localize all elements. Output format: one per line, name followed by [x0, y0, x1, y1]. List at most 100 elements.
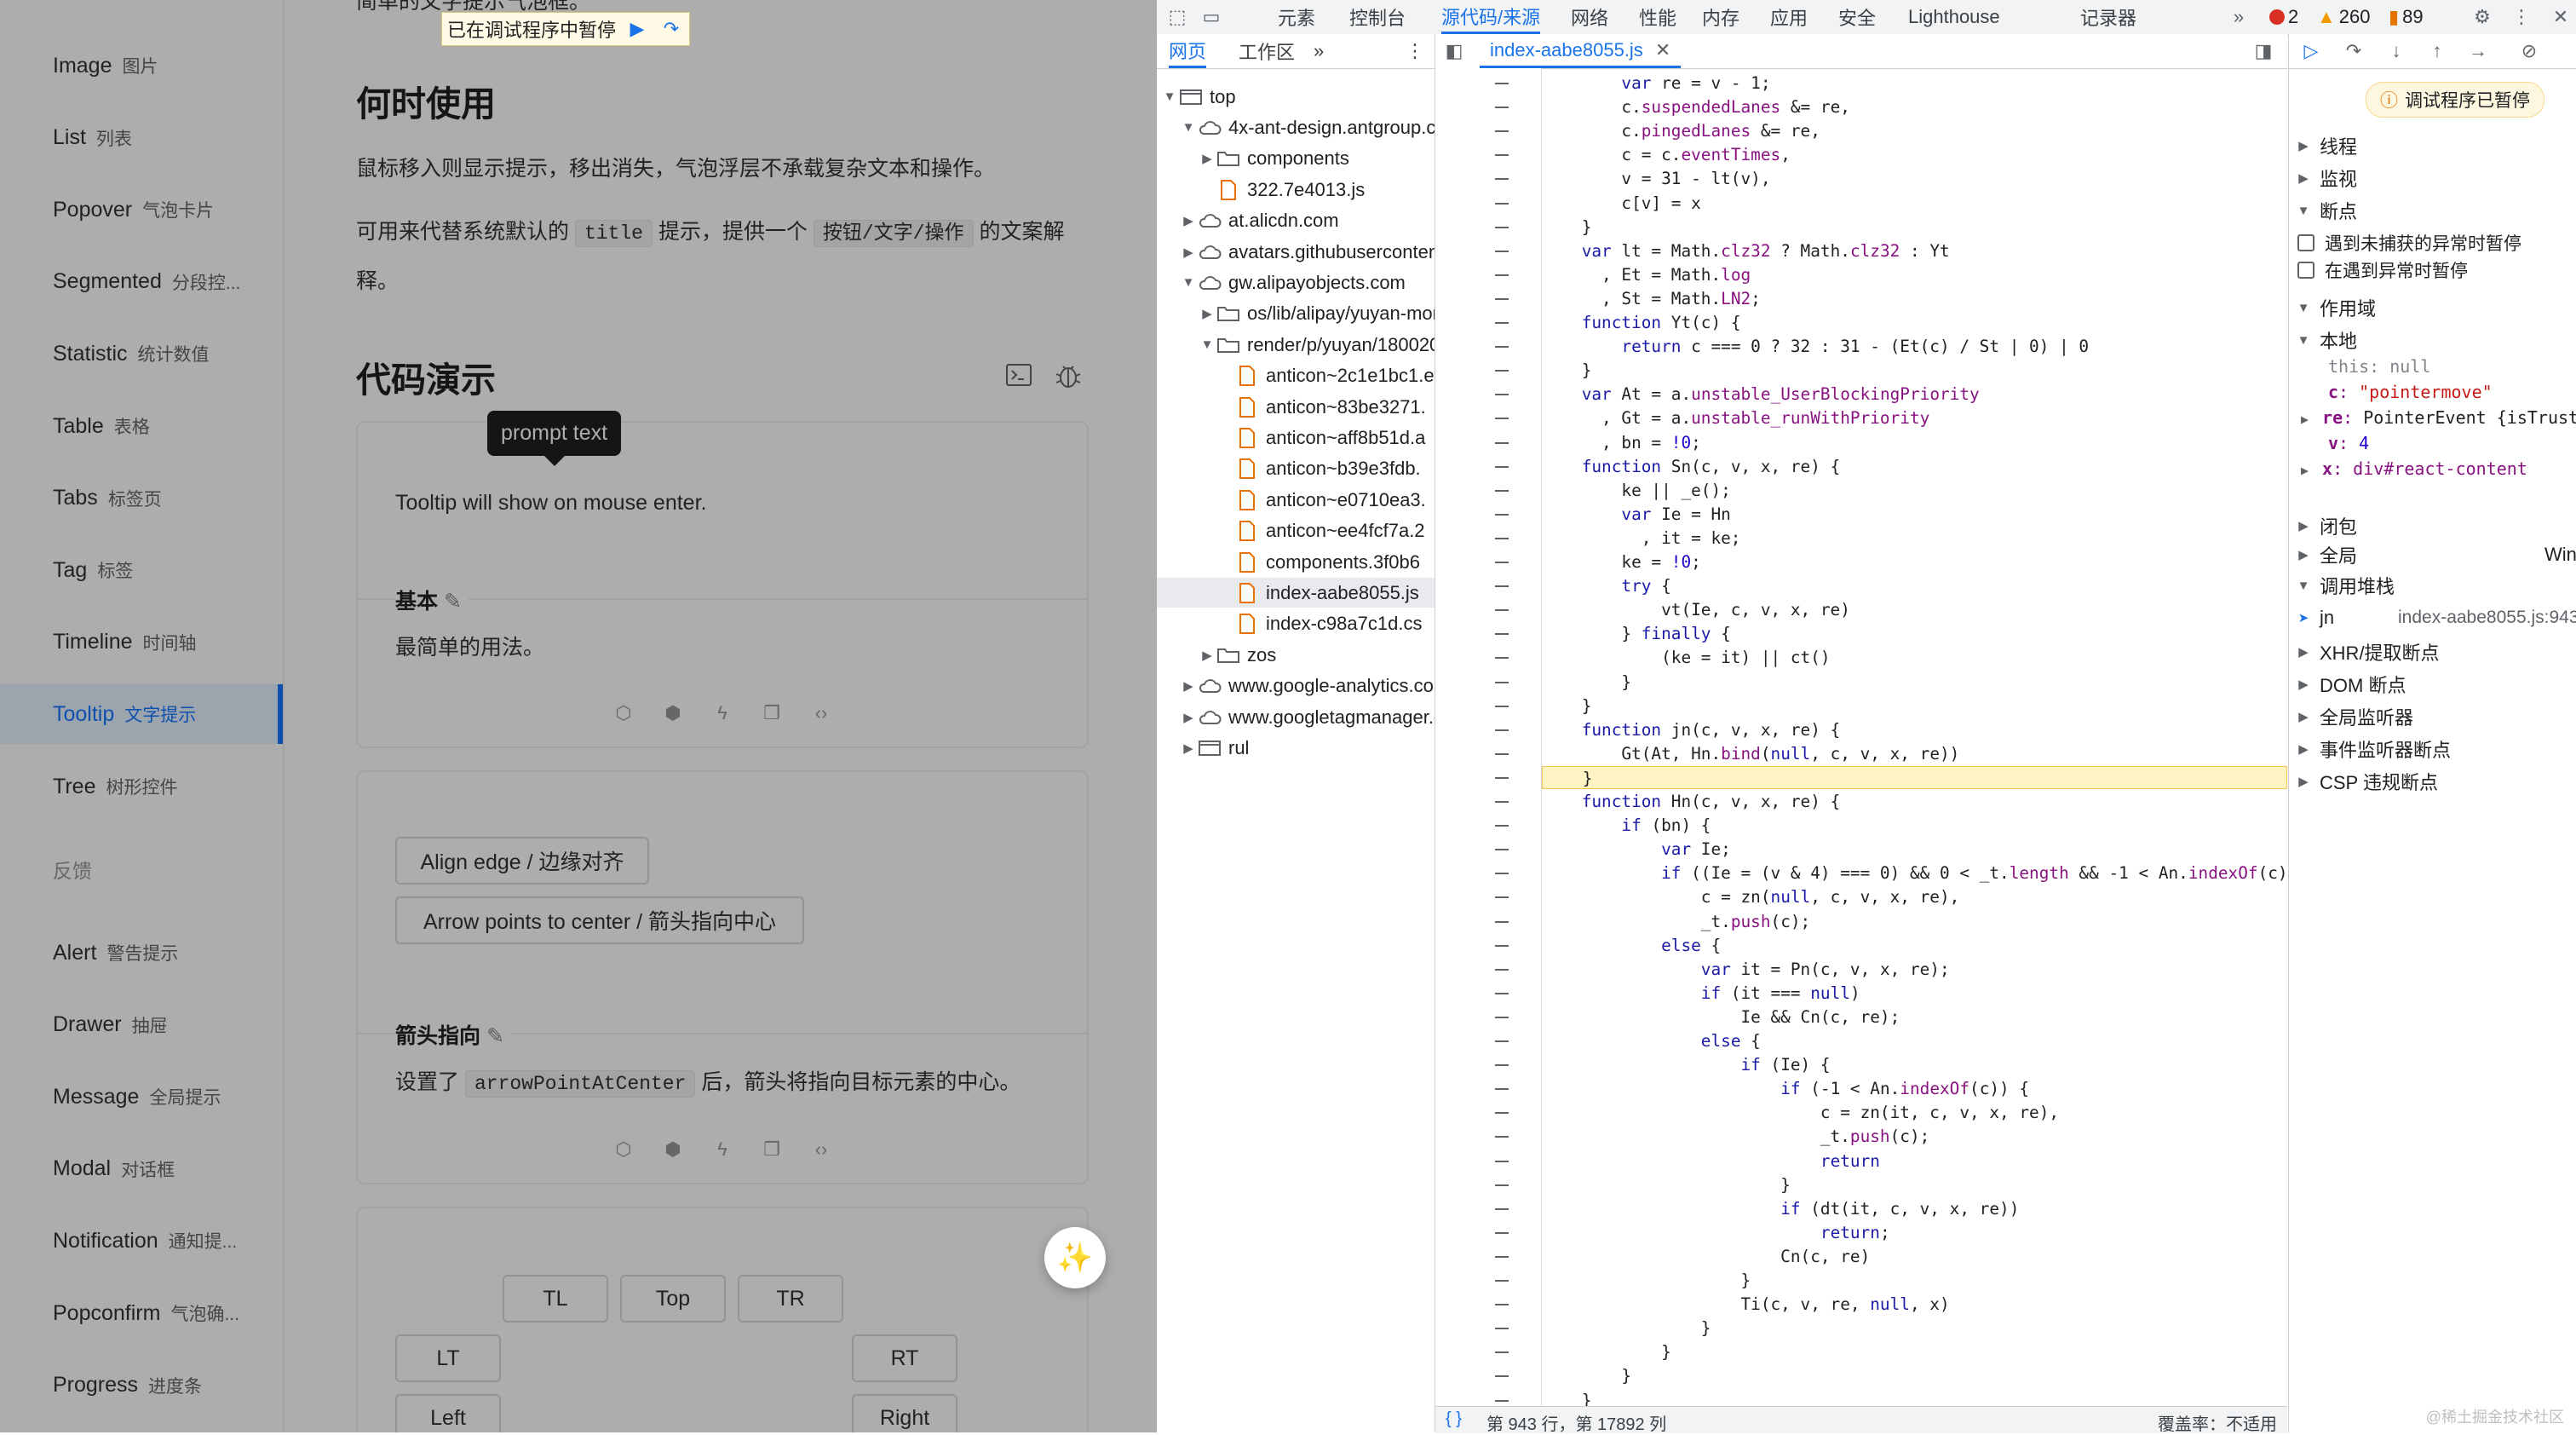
- code-line[interactable]: c.pingedLanes &= re,: [1542, 119, 2287, 142]
- code-line[interactable]: var Ie = Hn: [1542, 503, 2287, 526]
- placement-tr-button[interactable]: TR: [738, 1275, 843, 1323]
- gutter-marker[interactable]: [1495, 968, 1509, 971]
- gutter-marker[interactable]: [1495, 202, 1509, 205]
- local-scope[interactable]: ▼ 本地: [2289, 324, 2576, 356]
- pretty-print-icon[interactable]: { }: [1446, 1409, 1462, 1429]
- placement-tl-button[interactable]: TL: [503, 1275, 608, 1323]
- code-line[interactable]: }: [1542, 1340, 2287, 1363]
- tree-item[interactable]: ▼render/p/yuyan/180020010001206410: [1157, 330, 1435, 360]
- gutter-marker[interactable]: [1495, 83, 1509, 84]
- placement-rt-button[interactable]: RT: [852, 1334, 957, 1382]
- code-line[interactable]: } finally {: [1542, 622, 2287, 645]
- tree-item[interactable]: ▶ rul: [1157, 733, 1435, 763]
- sidebar-item-popover[interactable]: Popover 气泡卡片: [0, 180, 283, 239]
- tree-item[interactable]: anticon~e0710ea3.: [1157, 485, 1435, 515]
- code-line[interactable]: Gt(At, Hn.bind(null, c, v, x, re)): [1542, 742, 2287, 765]
- copy-icon[interactable]: ❐: [759, 1137, 785, 1162]
- gutter-marker[interactable]: [1495, 849, 1509, 851]
- disclosure-triangle-icon[interactable]: ▶: [1181, 245, 1196, 260]
- code-line[interactable]: else {: [1542, 1029, 2287, 1052]
- code-lines[interactable]: var re = v - 1; c.suspendedLanes &= re, …: [1542, 68, 2287, 1406]
- placement-top-button[interactable]: Top: [620, 1275, 726, 1323]
- gutter-marker[interactable]: [1495, 801, 1509, 803]
- code-line[interactable]: Ti(c, v, re, null, x): [1542, 1293, 2287, 1316]
- tree-item[interactable]: ▶ www.google-analytics.com: [1157, 671, 1435, 701]
- call-frame-jn[interactable]: ➤ jn index-aabe8055.js:943: [2289, 602, 2576, 634]
- codesandbox-icon[interactable]: ⬡: [611, 700, 636, 726]
- file-tab[interactable]: index-aabe8055.js ✕: [1480, 34, 1682, 68]
- error-count-badge[interactable]: 2: [2269, 5, 2298, 29]
- gutter-marker[interactable]: [1495, 537, 1509, 539]
- scope-variable[interactable]: this: null: [2289, 356, 2576, 380]
- resume-icon[interactable]: ▶︎: [624, 16, 650, 42]
- code-line[interactable]: if (it === null): [1542, 982, 2287, 1005]
- code-line[interactable]: return: [1542, 1150, 2287, 1173]
- step-icon[interactable]: →: [2464, 37, 2492, 65]
- sidebar-item-message[interactable]: Message 全局提示: [0, 1067, 283, 1127]
- devtools-tab-8[interactable]: Lighthouse: [1908, 0, 2000, 34]
- code-line[interactable]: c = zn(it, c, v, x, re),: [1542, 1101, 2287, 1124]
- expand-code-icon[interactable]: ‹›: [808, 700, 834, 726]
- code-line[interactable]: try {: [1542, 574, 2287, 597]
- align-edge-button[interactable]: Align edge / 边缘对齐: [395, 837, 649, 885]
- scope-variable[interactable]: ▶ x: div#react-content: [2289, 458, 2576, 482]
- devtools-tab-7[interactable]: 安全: [1838, 0, 1876, 34]
- code-line[interactable]: function Yt(c) {: [1542, 311, 2287, 334]
- disclosure-triangle-icon[interactable]: ▼: [1181, 120, 1196, 135]
- more-tabs-icon[interactable]: »: [2225, 3, 2252, 31]
- code-line[interactable]: if (-1 < An.indexOf(c)) {: [1542, 1077, 2287, 1100]
- devtools-tab-2[interactable]: 源代码/来源: [1441, 0, 1541, 34]
- gutter-marker[interactable]: [1495, 1280, 1509, 1282]
- scope-variable[interactable]: ▶re: PointerEvent {isTrusted: true: [2289, 407, 2576, 431]
- tree-item[interactable]: ▶ at.alicdn.com: [1157, 206, 1435, 236]
- code-line[interactable]: }: [1542, 765, 2287, 789]
- call-stack-section[interactable]: ▼ 调用堆栈: [2289, 569, 2576, 602]
- step-over-icon[interactable]: ↷: [2340, 37, 2367, 65]
- gutter-marker[interactable]: [1495, 657, 1509, 660]
- code-line[interactable]: _t.push(c);: [1542, 1125, 2287, 1148]
- code-line[interactable]: }: [1542, 1389, 2287, 1407]
- placement-lt-button[interactable]: LT: [395, 1334, 501, 1382]
- codesandbox-icon[interactable]: ⬡: [611, 1137, 636, 1162]
- gutter-marker[interactable]: [1495, 1255, 1509, 1258]
- gutter-marker[interactable]: [1495, 1375, 1509, 1378]
- sidebar-item-list[interactable]: List 列表: [0, 108, 283, 168]
- tree-item[interactable]: ▶avatars.githubusercontent.com: [1157, 237, 1435, 267]
- code-line[interactable]: ke || _e();: [1542, 479, 2287, 502]
- closure-scope[interactable]: ▶ 闭包: [2289, 510, 2576, 542]
- gutter-marker[interactable]: [1495, 944, 1509, 947]
- gutter-marker[interactable]: [1495, 370, 1509, 372]
- code-line[interactable]: var Ie;: [1542, 838, 2287, 861]
- tree-item[interactable]: ▶ zos: [1157, 640, 1435, 670]
- sidebar-item-segmented[interactable]: Segmented 分段控...: [0, 252, 283, 312]
- step-into-icon[interactable]: ↓: [2383, 37, 2410, 65]
- tree-item[interactable]: index-c98a7c1d.cs: [1157, 609, 1435, 639]
- gutter-marker[interactable]: [1495, 226, 1509, 228]
- tree-item[interactable]: 322.7e4013.js: [1157, 175, 1435, 205]
- code-line[interactable]: , Gt = a.unstable_runWithPriority: [1542, 406, 2287, 429]
- theme-switch-button[interactable]: ✨: [1044, 1227, 1106, 1288]
- code-line[interactable]: c = zn(null, c, v, x, re),: [1542, 885, 2287, 908]
- code-line[interactable]: ke = !0;: [1542, 550, 2287, 573]
- gutter-marker[interactable]: [1495, 154, 1509, 157]
- disclosure-triangle-icon[interactable]: ▶: [1199, 648, 1215, 663]
- step-over-icon[interactable]: ↷: [658, 16, 684, 42]
- code-line[interactable]: if (bn) {: [1542, 814, 2287, 837]
- code-line[interactable]: c = c.eventTimes,: [1542, 143, 2287, 166]
- tree-item[interactable]: ▶www.googletagmanager.com: [1157, 702, 1435, 732]
- devtools-tab-1[interactable]: 控制台: [1349, 0, 1406, 34]
- edit-icon[interactable]: ✎: [486, 1024, 504, 1048]
- scope-variable[interactable]: v: 4: [2289, 433, 2576, 457]
- code-line[interactable]: function Hn(c, v, x, re) {: [1542, 790, 2287, 813]
- gutter-marker[interactable]: [1495, 107, 1509, 109]
- placement-left-button[interactable]: Left: [395, 1394, 501, 1432]
- code-line[interactable]: (ke = it) || ct(): [1542, 646, 2287, 669]
- tree-item[interactable]: ▶ components: [1157, 144, 1435, 174]
- toggle-navigator-icon[interactable]: ◧: [1440, 37, 1468, 65]
- gutter-marker[interactable]: [1495, 705, 1509, 707]
- tooltip-trigger-text[interactable]: Tooltip will show on mouse enter.: [395, 491, 706, 516]
- threads-section[interactable]: ▶ 线程: [2289, 130, 2576, 162]
- gutter-marker[interactable]: [1495, 1351, 1509, 1354]
- code-line[interactable]: Cn(c, re): [1542, 1245, 2287, 1268]
- gutter-marker[interactable]: [1495, 1304, 1509, 1306]
